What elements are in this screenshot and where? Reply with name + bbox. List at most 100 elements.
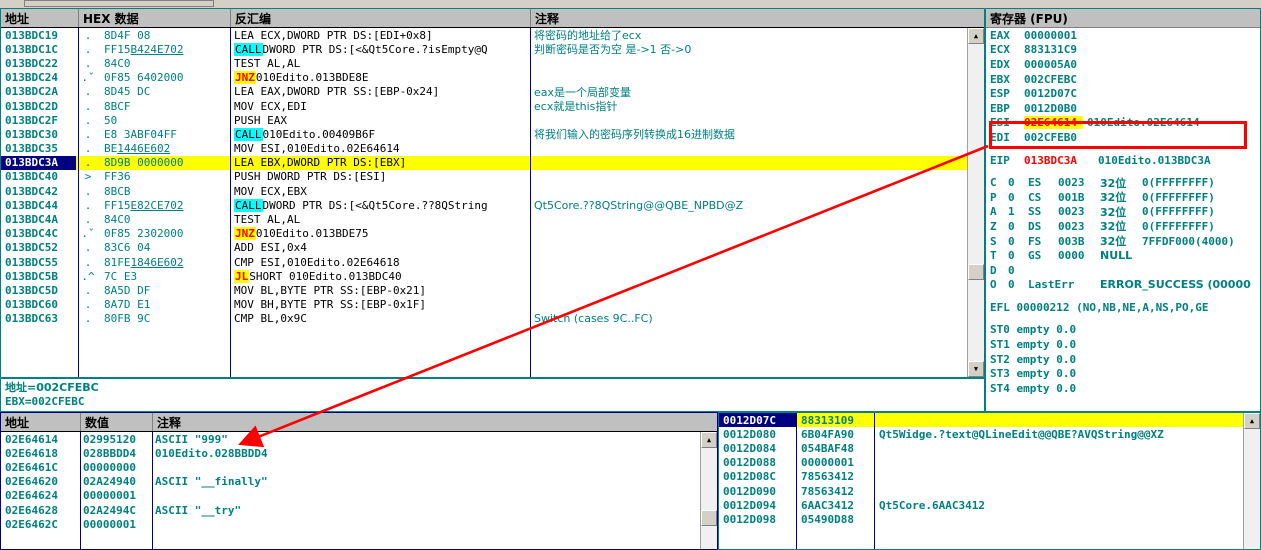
dump-row[interactable]: 02E64628 02A2494C ASCII "__try" [1, 503, 717, 517]
register-value[interactable]: 002CFEB0 [1024, 131, 1098, 144]
dump-panel[interactable]: 地址 数值 注释 02E64614 02995120 ASCII "999" 02E6… [0, 412, 718, 550]
efl-row[interactable]: EFL 00000212 (NO,NB,NE,A,NS,PO,GE [986, 300, 1260, 315]
register-row[interactable]: EAX 00000001 [986, 28, 1260, 43]
disassembly-row[interactable]: 013BDC24 .ˇ 0F85 6402000 JNZ 010Edito.013BD… [1, 71, 984, 85]
fpu-row[interactable]: ST1 empty 0.0 [986, 337, 1260, 352]
eip-value[interactable]: 013BDC3A [1024, 154, 1098, 167]
stack-row[interactable]: 0012D080 6B04FA90 Qt5Widge.?text@QLineEdit… [719, 427, 1260, 441]
registers-panel[interactable]: 寄存器 (FPU) EAX 00000001 ECX 883131C9 EDX 00000… [985, 8, 1261, 412]
flag-row[interactable]: Z 0 DS 0023 32位 0(FFFFFFFF) [986, 219, 1260, 234]
register-value[interactable]: 0012D07C [1024, 87, 1098, 100]
register-value[interactable]: 000005A0 [1024, 58, 1098, 71]
register-value[interactable]: 02E64614 [1024, 116, 1083, 130]
stack-scroll-up-icon[interactable]: ▲ [1244, 413, 1260, 429]
scroll-up-icon[interactable]: ▲ [968, 28, 984, 44]
stack-value[interactable]: 78563412 [797, 484, 875, 498]
register-value[interactable]: 002CFEBC [1024, 73, 1098, 86]
disassembly-row[interactable]: 013BDC4C .ˇ 0F85 2302000 JNZ 010Edito.013BD… [1, 227, 984, 241]
stack-rows[interactable]: 0012D07C 88313109 0012D080 6B04FA90 Qt5Widge… [719, 413, 1260, 527]
stack-value[interactable]: 88313109 [797, 413, 875, 428]
dump-row[interactable]: 02E6461C 00000000 [1, 460, 717, 474]
disassembly-row[interactable]: 013BDC63. 80FB 9C CMP BL,0x9C Switch (cases… [1, 312, 984, 326]
stack-row[interactable]: 0012D084 054BAF48 [719, 441, 1260, 455]
dump-scrollbar-thumb[interactable] [701, 510, 717, 526]
stack-value[interactable]: 05490D88 [797, 512, 875, 526]
col-comment[interactable]: 注释 [531, 9, 971, 27]
fpu-row[interactable]: ST2 empty 0.0 [986, 352, 1260, 367]
flag-value[interactable]: 0 [1008, 176, 1028, 189]
register-row[interactable]: ECX 883131C9 [986, 43, 1260, 58]
disassembly-scrollbar[interactable]: ▲ ▼ [967, 28, 984, 377]
disassembly-row[interactable]: 013BDC35. BE 1446E602 MOV ESI,010Edito.02E… [1, 142, 984, 156]
flag-row[interactable]: O 0 LastErr ERROR_SUCCESS (00000 [986, 278, 1260, 293]
disassembly-row[interactable]: 013BDC30. E8 3ABF04FF CALL 010Edito.00409B… [1, 127, 984, 141]
stack-value[interactable]: 78563412 [797, 470, 875, 484]
col-address[interactable]: 地址 [1, 9, 79, 27]
eip-row[interactable]: EIP 013BDC3A 010Edito.013BDC3A [986, 153, 1260, 168]
flag-value[interactable]: 0 [1008, 249, 1028, 262]
disassembly-row[interactable]: 013BDC2D. 8BCF MOV ECX,EDI ecx就是this指针 [1, 99, 984, 114]
register-row[interactable]: EDI 002CFEB0 [986, 130, 1260, 145]
fpu-row[interactable]: ST4 empty 0.0 [986, 381, 1260, 396]
flag-value[interactable]: 0 [1008, 191, 1028, 204]
disassembly-panel[interactable]: 地址 HEX 数据 反汇编 注释 013BDC19. 8D4F 08 LEA ECX… [0, 8, 985, 378]
flag-row[interactable]: S 0 FS 003B 32位 7FFDF000(4000) [986, 234, 1260, 249]
stack-scrollbar[interactable]: ▲ [1243, 413, 1260, 549]
dump-row[interactable]: 02E6462C 00000001 [1, 517, 717, 531]
stack-value[interactable]: 6AAC3412 [797, 498, 875, 512]
flag-value[interactable]: 1 [1008, 205, 1028, 218]
stack-row[interactable]: 0012D094 6AAC3412 Qt5Core.6AAC3412 [719, 498, 1260, 512]
flag-row[interactable]: T 0 GS 0000 NULL [986, 248, 1260, 263]
register-value[interactable]: 0012D0B0 [1024, 102, 1098, 115]
dump-value[interactable]: 02995120 [79, 432, 151, 446]
flag-row[interactable]: A 1 SS 0023 32位 0(FFFFFFFF) [986, 205, 1260, 220]
register-value[interactable]: 883131C9 [1024, 43, 1098, 56]
disassembly-row[interactable]: 013BDC2F. 50 PUSH EAX [1, 113, 984, 127]
register-row[interactable]: ESI 02E64614 010Edito.02E64614 [986, 116, 1260, 131]
toolbar-address-box[interactable] [24, 0, 214, 7]
dump-scrollbar[interactable]: ▲ [700, 432, 717, 549]
dump-scroll-up-icon[interactable]: ▲ [701, 432, 717, 448]
flag-value[interactable]: 0 [1008, 264, 1028, 277]
flag-value[interactable]: 0 [1008, 278, 1028, 291]
stack-value[interactable]: 054BAF48 [797, 441, 875, 455]
dump-row[interactable]: 02E64614 02995120 ASCII "999" [1, 432, 717, 446]
stack-row[interactable]: 0012D088 00000001 [719, 456, 1260, 470]
fpu-row[interactable]: ST0 empty 0.0 [986, 323, 1260, 338]
disassembly-row[interactable]: 013BDC42. 8BCB MOV ECX,EBX [1, 184, 984, 198]
col-hex[interactable]: HEX 数据 [79, 9, 231, 27]
disassembly-row[interactable]: 013BDC1C. FF15 B424E702 CALL DWORD PTR DS:… [1, 42, 984, 56]
dump-col-comment[interactable]: 注释 [153, 413, 703, 431]
stack-row[interactable]: 0012D090 78563412 [719, 484, 1260, 498]
flag-value[interactable]: 0 [1008, 220, 1028, 233]
disassembly-row[interactable]: 013BDC40 > FF36 PUSH DWORD PTR DS:[ESI] [1, 170, 984, 184]
dump-col-address[interactable]: 地址 [1, 413, 81, 431]
disassembly-row[interactable]: 013BDC2A. 8D45 DC LEA EAX,DWORD PTR SS:[EB… [1, 85, 984, 99]
disassembly-row[interactable]: 013BDC4A. 84C0 TEST AL,AL [1, 212, 984, 226]
flag-value[interactable]: 0 [1008, 235, 1028, 248]
disassembly-row[interactable]: 013BDC19. 8D4F 08 LEA ECX,DWORD PTR DS:[ED… [1, 28, 984, 43]
disassembly-rows[interactable]: 013BDC19. 8D4F 08 LEA ECX,DWORD PTR DS:[ED… [1, 28, 984, 326]
fpu-row[interactable]: ST3 empty 0.0 [986, 366, 1260, 381]
dump-value[interactable]: 00000000 [79, 460, 151, 474]
dump-value[interactable]: 02A24940 [79, 475, 151, 489]
dump-rows[interactable]: 02E64614 02995120 ASCII "999" 02E64618 028BB… [1, 432, 717, 531]
dump-col-value[interactable]: 数值 [81, 413, 153, 431]
stack-row[interactable]: 0012D098 05490D88 [719, 512, 1260, 526]
flag-row[interactable]: P 0 CS 001B 32位 0(FFFFFFFF) [986, 190, 1260, 205]
scrollbar-thumb[interactable] [968, 264, 984, 280]
registers-rows[interactable]: EAX 00000001 ECX 883131C9 EDX 000005A0 EBX 002C… [986, 28, 1260, 396]
dump-row[interactable]: 02E64624 00000001 [1, 489, 717, 503]
register-row[interactable]: EDX 000005A0 [986, 57, 1260, 72]
stack-value[interactable]: 6B04FA90 [797, 427, 875, 441]
register-row[interactable]: EBX 002CFEBC [986, 72, 1260, 87]
stack-row[interactable]: 0012D08C 78563412 [719, 470, 1260, 484]
disassembly-row[interactable]: 013BDC5D. 8A5D DF MOV BL,BYTE PTR SS:[EBP-… [1, 283, 984, 297]
disassembly-row[interactable]: 013BDC60. 8A7D E1 MOV BH,BYTE PTR SS:[EBP-… [1, 298, 984, 312]
register-value[interactable]: 00000001 [1024, 29, 1098, 42]
scroll-down-icon[interactable]: ▼ [968, 361, 984, 377]
disassembly-row[interactable]: 013BDC52. 83C6 04 ADD ESI,0x4 [1, 241, 984, 255]
col-disasm[interactable]: 反汇编 [231, 9, 531, 27]
disassembly-row[interactable]: 013BDC44. FF15 E82CE702 CALL DWORD PTR DS:… [1, 198, 984, 212]
dump-value[interactable]: 02A2494C [79, 503, 151, 517]
